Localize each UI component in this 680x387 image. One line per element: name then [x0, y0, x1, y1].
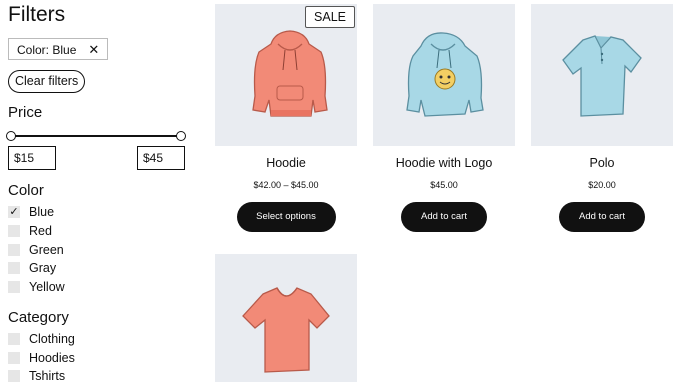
checkbox-icon[interactable]: [8, 225, 20, 237]
filters-sidebar: Filters Color: Blue ✕ Clear filters Pric…: [0, 0, 200, 383]
select-options-button[interactable]: Select options: [236, 202, 336, 232]
checkbox-icon[interactable]: [8, 352, 20, 364]
active-filter-label: Color: Blue: [17, 43, 77, 57]
product-card: [215, 254, 357, 382]
color-option-gray[interactable]: Gray: [8, 260, 56, 276]
product-name[interactable]: Hoodie: [215, 156, 357, 170]
category-option-clothing[interactable]: Clothing: [8, 331, 75, 347]
product-card: Hoodie with Logo $45.00 Add to cart: [373, 4, 515, 232]
active-filter-chip[interactable]: Color: Blue ✕: [8, 38, 109, 60]
color-title: Color: [8, 182, 44, 199]
product-price: $20.00: [588, 180, 616, 190]
category-title: Category: [8, 309, 69, 326]
tshirt-red-icon: [242, 287, 330, 373]
product-price: $45.00: [430, 180, 458, 190]
category-option-hoodies[interactable]: Hoodies: [8, 350, 75, 366]
product-image[interactable]: SALE: [215, 4, 357, 146]
price-min-input[interactable]: $15: [8, 146, 56, 170]
price-slider[interactable]: [6, 131, 186, 141]
color-option-red[interactable]: Red: [8, 223, 52, 239]
clear-filters-button[interactable]: Clear filters: [8, 70, 86, 93]
price-max-handle[interactable]: [176, 131, 186, 141]
product-image[interactable]: [531, 4, 673, 146]
add-to-cart-button[interactable]: Add to cart: [559, 202, 645, 232]
sale-badge: SALE: [305, 6, 355, 28]
polo-blue-icon: [562, 35, 642, 117]
checkbox-icon[interactable]: [8, 244, 20, 256]
product-image[interactable]: [215, 254, 357, 382]
price-min-handle[interactable]: [6, 131, 16, 141]
product-card: Polo $20.00 Add to cart: [531, 4, 673, 232]
price-max-input[interactable]: $45: [137, 146, 185, 170]
price-slider-track: [10, 135, 182, 137]
checkbox-checked-icon[interactable]: ✓: [8, 206, 20, 218]
remove-filter-icon[interactable]: ✕: [88, 39, 99, 59]
color-option-yellow[interactable]: Yellow: [8, 279, 65, 295]
checkbox-icon[interactable]: [8, 281, 20, 293]
product-name[interactable]: Polo: [531, 156, 673, 170]
product-image[interactable]: [373, 4, 515, 146]
checkbox-icon[interactable]: [8, 370, 20, 382]
checkbox-icon[interactable]: [8, 333, 20, 345]
color-option-green[interactable]: Green: [8, 242, 64, 258]
checkbox-icon[interactable]: [8, 262, 20, 274]
color-option-blue[interactable]: ✓ Blue: [8, 204, 54, 220]
price-title: Price: [8, 104, 43, 121]
filters-title: Filters: [8, 3, 66, 26]
product-card: SALE Hoodie $42.00 – $45.00 Select optio…: [215, 4, 357, 232]
product-price: $42.00 – $45.00: [253, 180, 319, 190]
hoodie-blue-logo-icon: [406, 32, 484, 117]
product-name[interactable]: Hoodie with Logo: [373, 156, 515, 170]
add-to-cart-button[interactable]: Add to cart: [401, 202, 487, 232]
